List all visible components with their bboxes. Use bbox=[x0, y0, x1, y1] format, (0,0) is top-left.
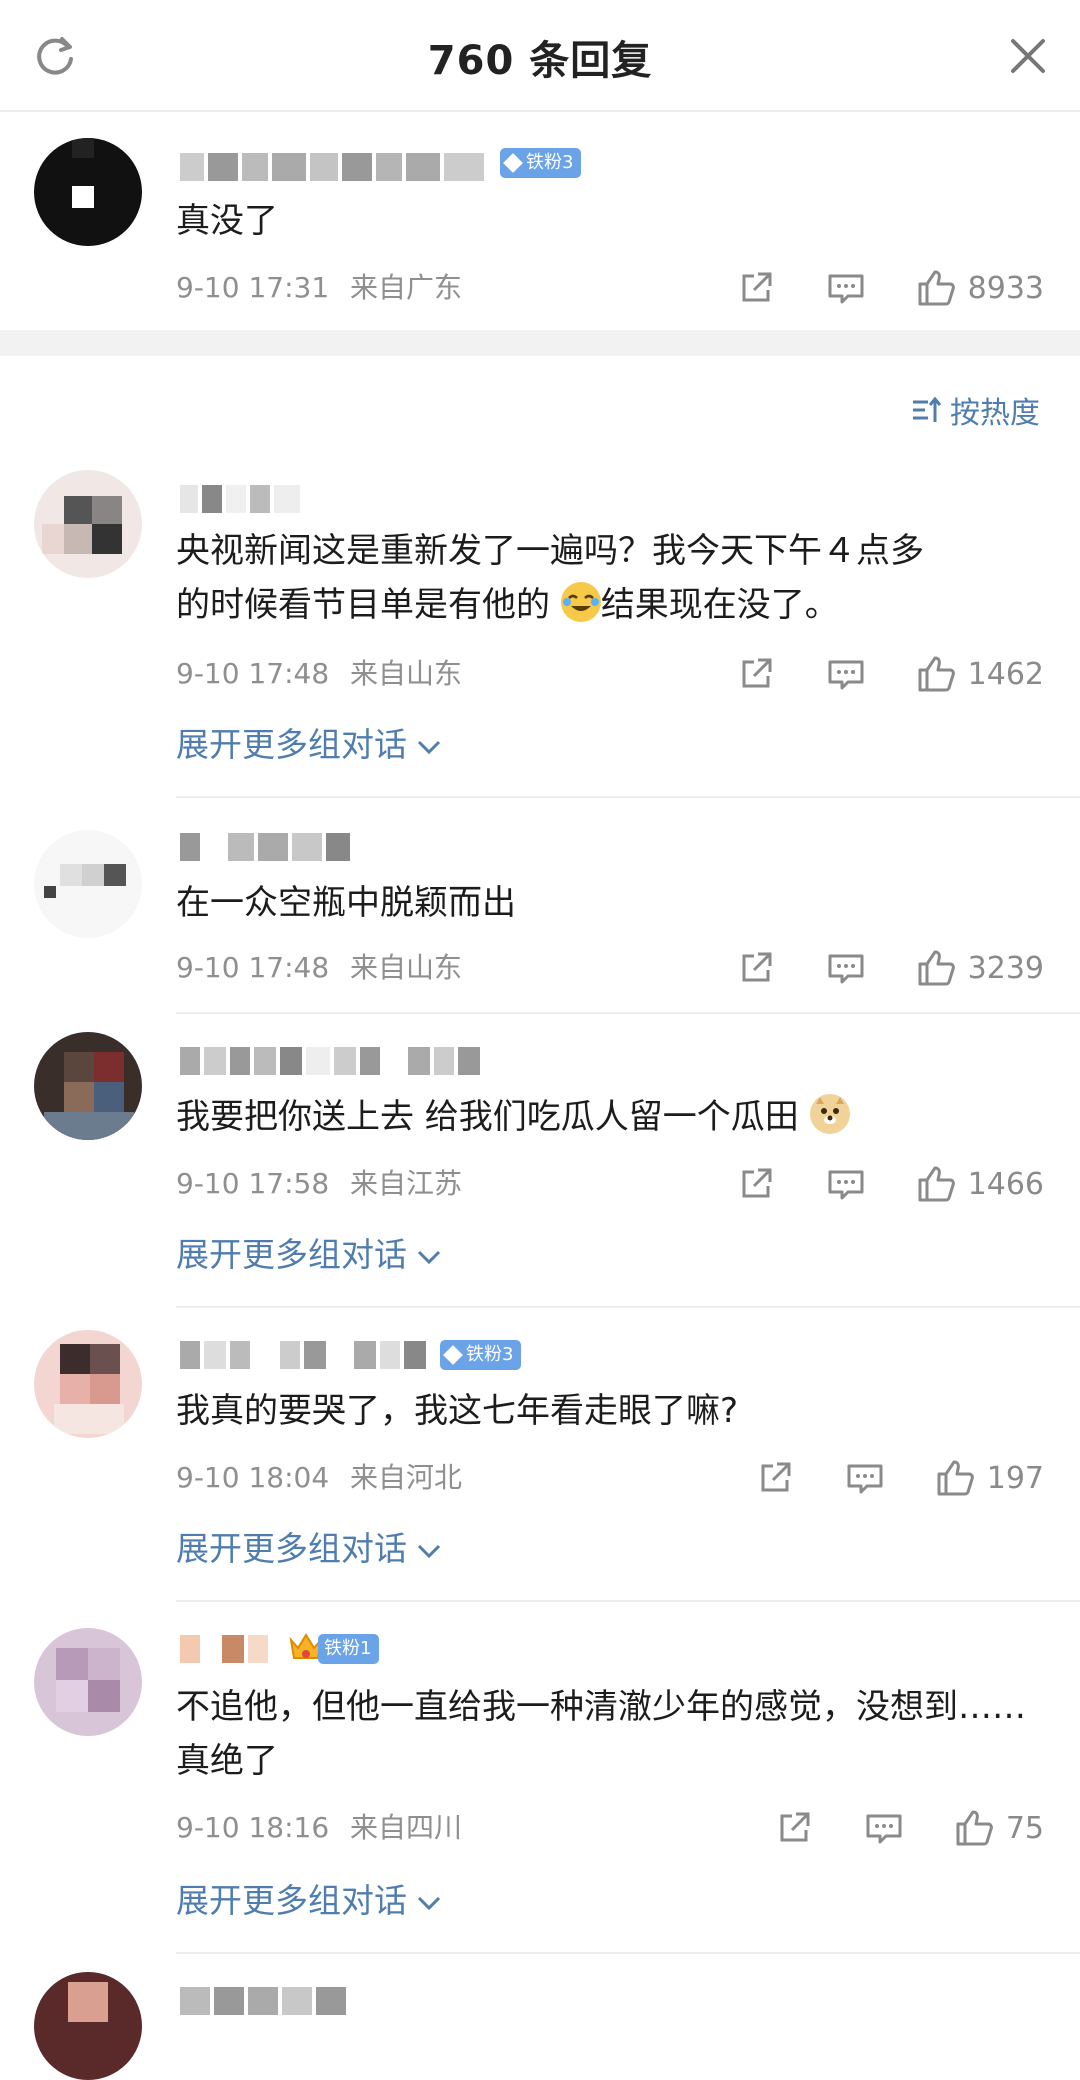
location: 来自江苏 bbox=[350, 1167, 463, 1200]
thumbs-up-icon[interactable] bbox=[954, 1808, 994, 1848]
comment-icon[interactable] bbox=[864, 1808, 904, 1848]
comment-actions: 1466 bbox=[736, 1160, 1044, 1208]
like-count: 8933 bbox=[967, 270, 1044, 306]
like-count: 1466 bbox=[967, 1166, 1044, 1202]
thumbs-up-icon[interactable] bbox=[916, 654, 956, 694]
avatar[interactable] bbox=[34, 1032, 142, 1140]
diamond-icon bbox=[443, 1345, 463, 1365]
location: 来自广东 bbox=[350, 271, 463, 304]
timestamp: 9-10 18:04 bbox=[176, 1461, 330, 1494]
share-icon[interactable] bbox=[736, 268, 776, 308]
location: 来自山东 bbox=[350, 951, 463, 984]
comment-meta: 9-10 17:48 来自山东 bbox=[176, 948, 462, 988]
comment-divider bbox=[176, 1306, 1080, 1308]
comment-meta: 9-10 17:58 来自江苏 bbox=[176, 1164, 462, 1204]
crying-laugh-emoji-icon bbox=[560, 582, 601, 622]
share-icon[interactable] bbox=[736, 654, 776, 694]
close-icon[interactable] bbox=[1008, 36, 1048, 76]
like-count: 197 bbox=[986, 1460, 1044, 1496]
location: 来自四川 bbox=[350, 1811, 463, 1844]
avatar[interactable] bbox=[34, 1972, 142, 2080]
thumbs-up-icon[interactable] bbox=[935, 1458, 975, 1498]
timestamp: 9-10 17:48 bbox=[176, 951, 330, 984]
chevron-down-icon bbox=[417, 1896, 441, 1910]
avatar[interactable] bbox=[34, 1628, 142, 1736]
comment-divider bbox=[176, 1600, 1080, 1602]
username-blurred[interactable] bbox=[180, 1632, 268, 1666]
sort-icon bbox=[913, 396, 942, 422]
like-count: 75 bbox=[1005, 1810, 1044, 1846]
avatar[interactable] bbox=[34, 830, 142, 938]
section-separator bbox=[0, 330, 1080, 356]
comment-actions: 197 bbox=[755, 1454, 1044, 1502]
comment-icon[interactable] bbox=[826, 1164, 866, 1204]
thumbs-up-icon[interactable] bbox=[916, 1164, 956, 1204]
expand-conversation-link[interactable]: 展开更多组对话 bbox=[176, 720, 443, 770]
comment-icon[interactable] bbox=[826, 948, 866, 988]
username-blurred[interactable] bbox=[180, 150, 484, 184]
sort-button[interactable]: 按热度 bbox=[910, 388, 1040, 432]
sort-label: 按热度 bbox=[950, 396, 1040, 431]
fan-badge: 铁粉1 bbox=[318, 1634, 380, 1664]
timestamp: 9-10 17:58 bbox=[176, 1167, 330, 1200]
expand-conversation-link[interactable]: 展开更多组对话 bbox=[176, 1524, 443, 1574]
comment-text: 不追他，但他一直给我一种清澈少年的感觉，没想到……真绝了 bbox=[176, 1687, 1026, 1781]
diamond-icon bbox=[503, 153, 523, 173]
doge-emoji-icon bbox=[809, 1094, 850, 1134]
username-blurred[interactable] bbox=[180, 1338, 426, 1372]
username-blurred[interactable] bbox=[180, 830, 350, 864]
like-count: 1462 bbox=[967, 656, 1044, 692]
thumbs-up-icon[interactable] bbox=[916, 948, 956, 988]
share-icon[interactable] bbox=[736, 948, 776, 988]
like-count: 3239 bbox=[967, 950, 1044, 986]
chevron-down-icon bbox=[417, 1544, 441, 1558]
avatar[interactable] bbox=[34, 1330, 142, 1438]
comment-actions: 75 bbox=[774, 1804, 1044, 1852]
comment-actions: 8933 bbox=[736, 264, 1044, 312]
reply-header: 760 条回复 bbox=[0, 0, 1080, 112]
thumbs-up-icon[interactable] bbox=[916, 268, 956, 308]
expand-conversation-link[interactable]: 展开更多组对话 bbox=[176, 1230, 443, 1280]
comment-icon[interactable] bbox=[826, 654, 866, 694]
comment-divider bbox=[176, 796, 1080, 798]
comment-icon[interactable] bbox=[845, 1458, 885, 1498]
timestamp: 9-10 18:16 bbox=[176, 1811, 330, 1844]
comment-text: 我要把你送上去 给我们吃瓜人留一个瓜田 bbox=[176, 1090, 1046, 1144]
comment-divider bbox=[176, 1012, 1080, 1014]
location: 来自河北 bbox=[350, 1461, 463, 1494]
comment-text: 我真的要哭了，我这七年看走眼了嘛? bbox=[176, 1391, 739, 1431]
fan-badge: 铁粉3 bbox=[440, 1340, 522, 1370]
username-blurred[interactable] bbox=[180, 1044, 480, 1078]
fan-badge: 铁粉3 bbox=[500, 148, 582, 178]
share-icon[interactable] bbox=[774, 1808, 814, 1848]
location: 来自山东 bbox=[350, 657, 463, 690]
comment-actions: 3239 bbox=[736, 944, 1044, 992]
comment-meta: 9-10 17:48 来自山东 bbox=[176, 654, 462, 694]
expand-conversation-link[interactable]: 展开更多组对话 bbox=[176, 1876, 443, 1926]
comment-meta: 9-10 18:04 来自河北 bbox=[176, 1458, 462, 1498]
share-icon[interactable] bbox=[755, 1458, 795, 1498]
comment-text: 在一众空瓶中脱颖而出 bbox=[176, 883, 516, 923]
avatar[interactable] bbox=[34, 470, 142, 578]
timestamp: 9-10 17:31 bbox=[176, 271, 330, 304]
comment-meta: 9-10 18:16 来自四川 bbox=[176, 1808, 462, 1848]
comment-actions: 1462 bbox=[736, 650, 1044, 698]
timestamp: 9-10 17:48 bbox=[176, 657, 330, 690]
username-blurred[interactable] bbox=[180, 482, 300, 516]
comment-text: 央视新闻这是重新发了一遍吗？我今天下午４点多 的时候看节目单是有他的 结果现在没… bbox=[176, 531, 924, 625]
share-icon[interactable] bbox=[736, 1164, 776, 1204]
chevron-down-icon bbox=[417, 1250, 441, 1264]
comment-icon[interactable] bbox=[826, 268, 866, 308]
comment-meta: 9-10 17:31 来自广东 bbox=[176, 268, 462, 308]
username-blurred[interactable] bbox=[180, 1984, 346, 2018]
page-title: 760 条回复 bbox=[427, 38, 653, 84]
comment-text: 真没了 bbox=[176, 201, 278, 241]
comment-divider bbox=[176, 1952, 1080, 1954]
chevron-down-icon bbox=[417, 740, 441, 754]
avatar[interactable] bbox=[34, 138, 142, 246]
